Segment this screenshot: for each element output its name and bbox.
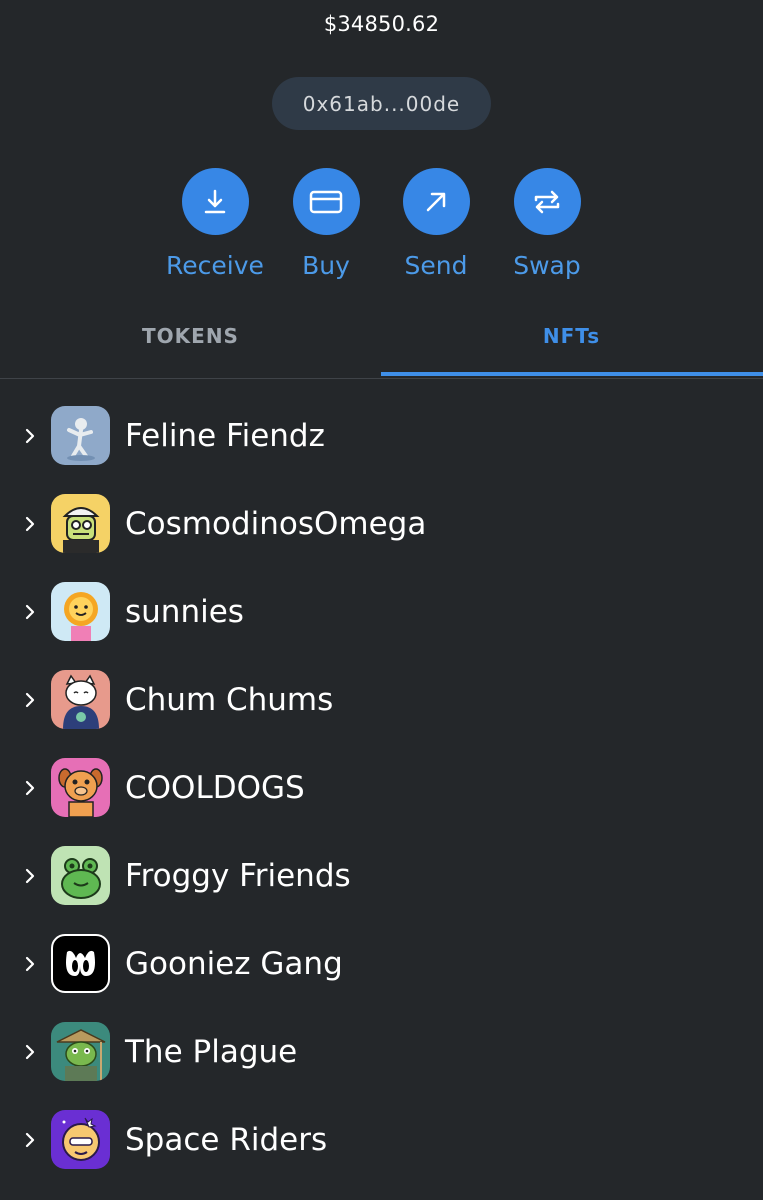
chevron-right-icon[interactable] <box>24 568 40 656</box>
collection-name: Chum Chums <box>125 682 334 718</box>
nft-collection-row[interactable]: Froggy Friends <box>0 832 763 920</box>
tab-nfts[interactable]: NFTs <box>381 298 762 373</box>
collection-name: sunnies <box>125 594 244 630</box>
chevron-right-icon[interactable] <box>24 920 40 1008</box>
collection-name: Gooniez Gang <box>125 946 343 982</box>
chevron-right-icon[interactable] <box>24 480 40 568</box>
nft-collection-row[interactable]: The Plague <box>0 1008 763 1096</box>
download-arrow-icon <box>204 189 226 213</box>
tab-tokens[interactable]: TOKENS <box>0 298 381 373</box>
nft-collection-row[interactable]: Gooniez Gang <box>0 920 763 1008</box>
collection-name: Feline Fiendz <box>125 418 325 454</box>
receive-label: Receive <box>166 251 264 280</box>
credit-card-icon <box>309 190 343 213</box>
account-address-button[interactable]: 0x61ab...00de <box>272 77 491 130</box>
chevron-right-icon[interactable] <box>24 656 40 744</box>
account-balance: $34850.62 <box>323 12 440 36</box>
collection-name: CosmodinosOmega <box>125 506 427 542</box>
active-tab-indicator <box>381 372 763 376</box>
asset-tabs: TOKENS NFTs <box>0 300 763 379</box>
swap-label: Swap <box>513 251 581 280</box>
chevron-right-icon[interactable] <box>24 1096 40 1184</box>
buy-icon-circle[interactable] <box>292 168 360 235</box>
collection-name: Space Riders <box>125 1122 328 1158</box>
swap-icon-circle[interactable] <box>513 168 581 235</box>
gooniez-gang-avatar <box>51 934 110 993</box>
receive-button[interactable]: Receive <box>160 168 270 280</box>
receive-icon-circle[interactable] <box>181 168 249 235</box>
chevron-right-icon[interactable] <box>24 1008 40 1096</box>
collection-name: The Plague <box>125 1034 298 1070</box>
swap-arrows-icon <box>534 190 560 213</box>
nft-collection-row[interactable]: COOLDOGS <box>0 744 763 832</box>
nft-collection-row[interactable]: Space Riders <box>0 1096 763 1184</box>
the-plague-avatar <box>51 1022 110 1081</box>
chum-chums-avatar <box>51 670 110 729</box>
send-button[interactable]: Send <box>381 168 491 280</box>
chevron-right-icon[interactable] <box>24 832 40 920</box>
account-address: 0x61ab...00de <box>302 91 461 116</box>
arrow-up-right-icon <box>426 192 446 211</box>
nft-collection-row[interactable]: Chum Chums <box>0 656 763 744</box>
nft-collection-row[interactable]: sunnies <box>0 568 763 656</box>
buy-label: Buy <box>302 251 350 280</box>
buy-button[interactable]: Buy <box>271 168 381 280</box>
chevron-right-icon[interactable] <box>24 744 40 832</box>
collection-name: Froggy Friends <box>125 858 351 894</box>
nft-collection-row[interactable]: CosmodinosOmega <box>0 480 763 568</box>
nft-collection-row[interactable]: Feline Fiendz <box>0 392 763 480</box>
cosmodinos-omega-avatar <box>51 494 110 553</box>
cooldogs-avatar <box>51 758 110 817</box>
swap-button[interactable]: Swap <box>492 168 602 280</box>
send-icon-circle[interactable] <box>402 168 470 235</box>
feline-fiendz-avatar <box>51 406 110 465</box>
space-riders-avatar <box>51 1110 110 1169</box>
chevron-right-icon[interactable] <box>24 392 40 480</box>
sunnies-avatar <box>51 582 110 641</box>
send-label: Send <box>404 251 468 280</box>
froggy-friends-avatar <box>51 846 110 905</box>
collection-name: COOLDOGS <box>125 770 305 806</box>
